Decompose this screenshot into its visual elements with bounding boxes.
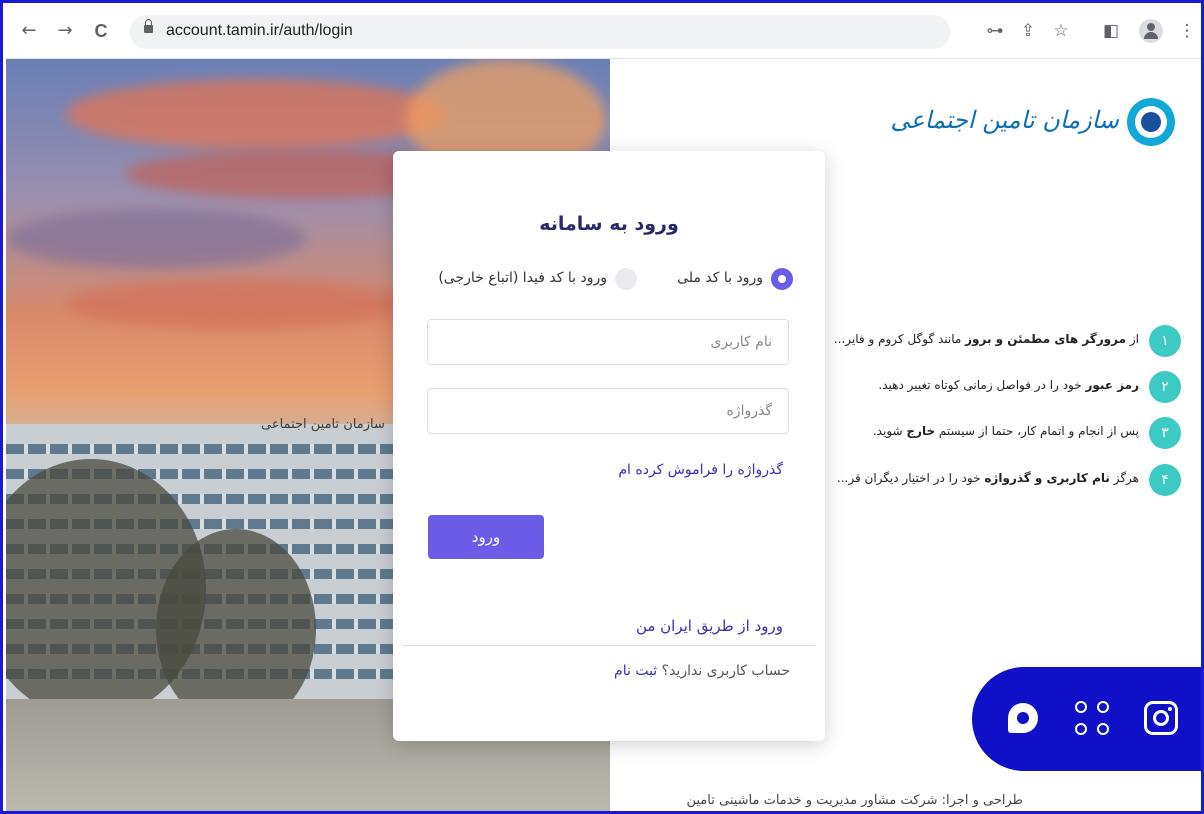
share-icon[interactable]: ⇪ — [1017, 20, 1039, 42]
footer-credit: طراحی و اجرا: شرکت مشاور مدیریت و خدمات … — [686, 793, 1023, 808]
social-links-bar — [972, 667, 1201, 771]
divider — [403, 645, 815, 646]
reload-icon[interactable]: C — [90, 20, 112, 42]
window-row — [6, 444, 396, 454]
tamin-emblem-icon — [1127, 98, 1175, 146]
menu-icon[interactable]: ⋮ — [1176, 20, 1198, 42]
radio-selected-icon[interactable] — [771, 268, 793, 290]
building-sign: سازمان تامین اجتماعی — [261, 417, 385, 432]
back-icon[interactable]: ← — [18, 20, 40, 42]
register-link[interactable]: ثبت نام — [614, 663, 657, 679]
address-bar[interactable]: account.tamin.ir/auth/login — [130, 15, 950, 49]
username-field[interactable] — [427, 319, 789, 365]
radio-national-code[interactable]: ورود با کد ملی — [633, 268, 793, 290]
window-frame: ← → C account.tamin.ir/auth/login ⊶ ⇪ ☆ … — [0, 0, 1204, 814]
side-panel-icon[interactable]: ◧ — [1100, 20, 1122, 42]
login-card: ورود به سامانه ورود با کد ملی ورود با کد… — [393, 151, 825, 741]
tip-number-badge: ۳ — [1149, 417, 1181, 449]
cloud-shape — [66, 279, 406, 329]
instagram-icon[interactable] — [1144, 701, 1178, 735]
cloud-shape — [6, 209, 306, 269]
browser-toolbar: ← → C account.tamin.ir/auth/login ⊶ ⇪ ☆ … — [6, 6, 1201, 59]
signup-row: حساب کاربری ندارید؟ ثبت نام — [614, 663, 790, 679]
iranman-login-link[interactable]: ورود از طریق ایران من — [636, 617, 783, 635]
tip-number-badge: ۱ — [1149, 325, 1181, 357]
tip-item: ۴ هرگز نام کاربری و گذرواژه خود را در اخ… — [829, 464, 1181, 496]
tip-text: از مرورگر های مطمئن و بروز مانند گوگل کر… — [833, 332, 1139, 346]
cloud-shape — [66, 79, 446, 149]
forgot-password-link[interactable]: گذرواژه را فراموش کرده ام — [618, 462, 783, 478]
login-button[interactable]: ورود — [428, 515, 544, 559]
username-input[interactable] — [428, 320, 788, 364]
logo-text: سازمان تامین اجتماعی — [890, 106, 1119, 134]
no-account-text: حساب کاربری ندارید؟ — [661, 663, 790, 679]
lock-icon[interactable] — [144, 19, 153, 33]
radio-unselected-icon[interactable] — [615, 268, 637, 290]
key-icon[interactable]: ⊶ — [984, 20, 1006, 42]
star-icon[interactable]: ☆ — [1050, 20, 1072, 42]
aparat-icon[interactable] — [1075, 701, 1109, 735]
tip-text: پس از انجام و اتمام کار، حتما از سیستم خ… — [872, 424, 1139, 438]
tip-number-badge: ۲ — [1149, 371, 1181, 403]
tip-text: هرگز نام کاربری و گذرواژه خود را در اختی… — [836, 471, 1139, 485]
forward-icon[interactable]: → — [54, 20, 76, 42]
tip-item: ۲ رمز عبور خود را در فواصل زمانی کوتاه ت… — [829, 371, 1181, 403]
tip-item: ۱ از مرورگر های مطمئن و بروز مانند گوگل … — [829, 325, 1181, 357]
radio-fida-code[interactable]: ورود با کد فیدا (اتباع خارجی) — [417, 268, 637, 290]
profile-avatar[interactable] — [1139, 19, 1163, 43]
login-title: ورود به سامانه — [539, 213, 679, 235]
tamin-logo: سازمان تامین اجتماعی — [890, 98, 1175, 148]
radio-label: ورود با کد ملی — [677, 270, 763, 286]
rubika-icon[interactable] — [1008, 703, 1038, 733]
tip-item: ۳ پس از انجام و اتمام کار، حتما از سیستم… — [829, 417, 1181, 449]
password-field[interactable] — [427, 388, 789, 434]
tip-text: رمز عبور خود را در فواصل زمانی کوتاه تغی… — [878, 378, 1139, 392]
password-input[interactable] — [428, 389, 788, 433]
url-text[interactable]: account.tamin.ir/auth/login — [166, 22, 353, 40]
tip-number-badge: ۴ — [1149, 464, 1181, 496]
radio-label: ورود با کد فیدا (اتباع خارجی) — [438, 270, 607, 286]
